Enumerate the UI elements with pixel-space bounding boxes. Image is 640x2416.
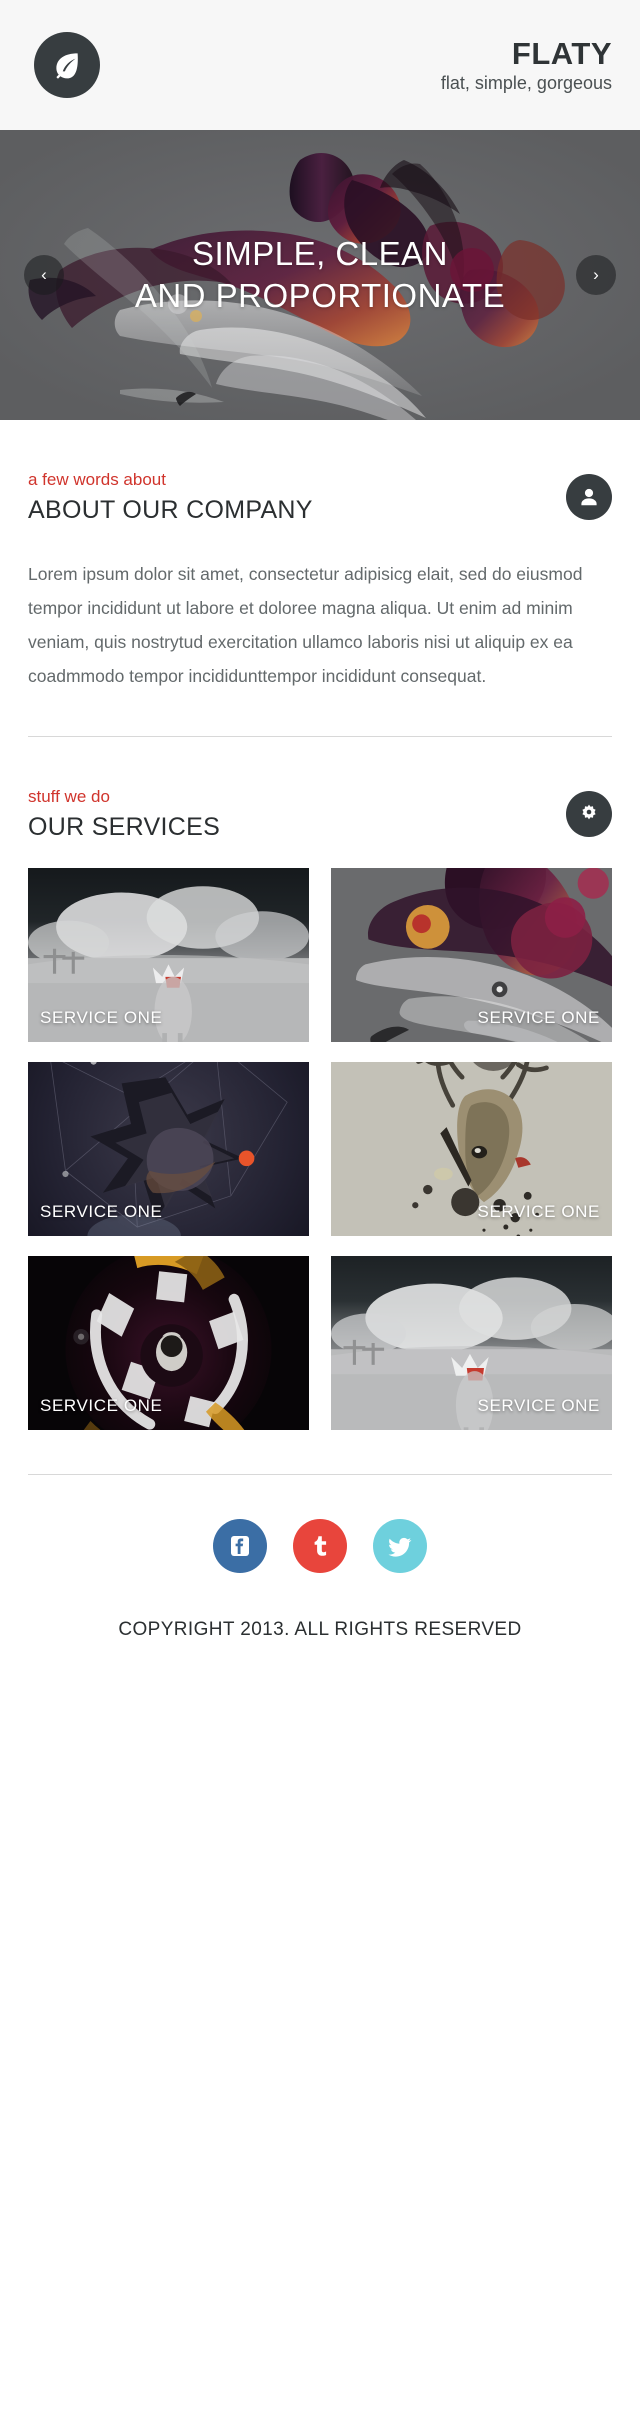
services-eyebrow: stuff we do xyxy=(28,787,220,807)
copyright-text: COPYRIGHT 2013. ALL RIGHTS RESERVED xyxy=(0,1619,640,1641)
services-section: stuff we do OUR SERVICES xyxy=(28,737,612,1430)
gear-icon xyxy=(566,791,612,837)
service-card-label: SERVICE ONE xyxy=(40,1396,163,1416)
service-card[interactable]: SERVICE ONE xyxy=(28,1062,309,1236)
brand-block: FLATY flat, simple, gorgeous xyxy=(441,36,612,94)
main-content: a few words about ABOUT OUR COMPANY Lore… xyxy=(0,420,640,1430)
service-card[interactable]: SERVICE ONE xyxy=(331,868,612,1042)
service-card-label: SERVICE ONE xyxy=(40,1202,163,1222)
services-grid: SERVICE ONE xyxy=(28,868,612,1430)
logo-badge[interactable] xyxy=(34,32,100,98)
about-title: ABOUT OUR COMPANY xyxy=(28,496,313,525)
services-heading-group: stuff we do OUR SERVICES xyxy=(28,787,220,842)
service-card[interactable]: SERVICE ONE xyxy=(28,868,309,1042)
facebook-icon xyxy=(226,1532,254,1560)
site-header: FLATY flat, simple, gorgeous xyxy=(0,0,640,130)
about-section: a few words about ABOUT OUR COMPANY Lore… xyxy=(28,420,612,737)
footer-divider xyxy=(28,1474,612,1475)
service-card[interactable]: SERVICE ONE xyxy=(28,1256,309,1430)
service-card-label: SERVICE ONE xyxy=(478,1396,601,1416)
about-header: a few words about ABOUT OUR COMPANY xyxy=(28,470,612,525)
brand-title: FLATY xyxy=(441,36,612,72)
about-heading-group: a few words about ABOUT OUR COMPANY xyxy=(28,470,313,525)
tumblr-icon xyxy=(306,1532,334,1560)
service-card-label: SERVICE ONE xyxy=(478,1008,601,1028)
social-links xyxy=(0,1519,640,1573)
service-card[interactable]: SERVICE ONE xyxy=(331,1256,612,1430)
hero-slider: SIMPLE, CLEAN AND PROPORTIONATE ‹ › xyxy=(0,130,640,420)
hero-next-arrow[interactable]: › xyxy=(576,255,616,295)
page-root: FLATY flat, simple, gorgeous xyxy=(0,0,640,2416)
services-title: OUR SERVICES xyxy=(28,813,220,842)
facebook-button[interactable] xyxy=(213,1519,267,1573)
service-card-label: SERVICE ONE xyxy=(40,1008,163,1028)
twitter-button[interactable] xyxy=(373,1519,427,1573)
hero-prev-arrow[interactable]: ‹ xyxy=(24,255,64,295)
twitter-icon xyxy=(386,1532,414,1560)
user-icon xyxy=(566,474,612,520)
service-card-label: SERVICE ONE xyxy=(478,1202,601,1222)
about-paragraph: Lorem ipsum dolor sit amet, consectetur … xyxy=(28,557,612,694)
leaf-icon xyxy=(50,48,84,82)
hero-title: SIMPLE, CLEAN AND PROPORTIONATE xyxy=(0,233,640,317)
tumblr-button[interactable] xyxy=(293,1519,347,1573)
services-header: stuff we do OUR SERVICES xyxy=(28,787,612,842)
brand-tagline: flat, simple, gorgeous xyxy=(441,73,612,94)
service-card[interactable]: SERVICE ONE xyxy=(331,1062,612,1236)
about-eyebrow: a few words about xyxy=(28,470,313,490)
